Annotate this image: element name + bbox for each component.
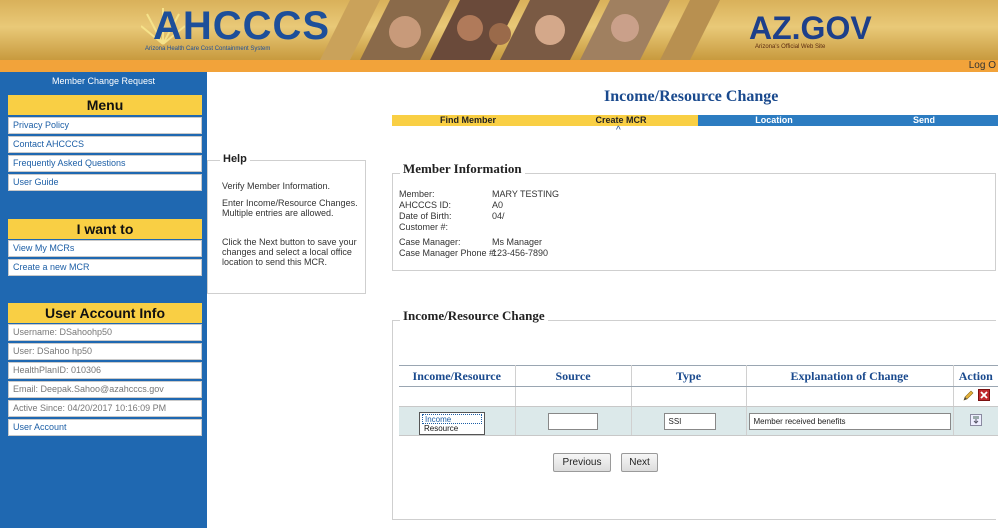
income-resource-title: Income/Resource Change [400, 308, 548, 324]
member-info-title: Member Information [400, 161, 525, 177]
iwant-item-create-mcr[interactable]: Create a new MCR [8, 259, 202, 276]
user-account-link[interactable]: User Account [8, 419, 202, 436]
ahcccs-logo[interactable]: AHCCCS Arizona Health Care Cost Containm… [141, 4, 329, 56]
azgov-logo-text: AZ.GOV [749, 10, 872, 46]
step-find-member: Find Member [392, 115, 544, 126]
table-cell [515, 386, 632, 407]
customer-number-label: Customer #: [399, 222, 449, 232]
iwant-item-view-mcrs[interactable]: View My MCRs [8, 240, 202, 257]
table-row [399, 386, 998, 407]
option-income[interactable]: Income [422, 414, 482, 424]
income-resource-table: Income/Resource Source Type Explanation … [399, 365, 998, 436]
next-button[interactable]: Next [621, 453, 658, 472]
azgov-logo-subtitle: Arizona's Official Web Site [755, 44, 826, 50]
progress-steps: Find Member Create MCR Location Send [392, 115, 998, 126]
case-manager-phone-value: 123-456-7890 [492, 248, 549, 258]
step-send: Send [850, 115, 998, 126]
banner-photo-strip [320, 0, 720, 60]
previous-button[interactable]: Previous [553, 453, 611, 472]
site-banner: AHCCCS Arizona Health Care Cost Containm… [0, 0, 998, 60]
logout-link[interactable]: Log O [969, 60, 996, 72]
menu-item-contact[interactable]: Contact AHCCCS [8, 136, 202, 153]
menu-item-faq[interactable]: Frequently Asked Questions [8, 155, 202, 172]
sidebar: Member Change Request Menu Privacy Polic… [0, 72, 207, 528]
step-create-mcr: Create MCR [544, 115, 698, 126]
member-value: MARY TESTING [492, 189, 560, 199]
ahcccs-logo-subtitle: Arizona Health Care Cost Containment Sys… [145, 46, 271, 52]
table-cell [515, 406, 632, 436]
account-active-since: Active Since: 04/20/2017 10:16:09 PM [8, 400, 202, 417]
table-cell: Member received benefits [746, 406, 954, 436]
action-cell [953, 386, 998, 407]
help-text: Click the Next button to save your chang… [222, 237, 357, 267]
sidebar-title: Member Change Request [51, 76, 156, 86]
account-healthplan-id: HealthPlanID: 010306 [8, 362, 202, 379]
explanation-input[interactable]: Member received benefits [748, 412, 951, 430]
azgov-logo[interactable]: AZ.GOV Arizona's Official Web Site [745, 6, 872, 56]
case-manager-value: Ms Manager [492, 237, 543, 247]
ahcccs-id-value: A0 [492, 200, 504, 210]
table-cell [746, 386, 954, 407]
iwant-header: I want to [8, 219, 202, 239]
column-header-action: Action [953, 365, 998, 387]
top-bar: Log O [0, 60, 998, 72]
member-label: Member: [399, 189, 435, 199]
ahcccs-id-label: AHCCCS ID: [399, 200, 452, 210]
ahcccs-logo-text: AHCCCS [153, 4, 331, 48]
account-user: User: DSahoo hp50 [8, 343, 202, 360]
current-step-caret-icon: ^ [616, 125, 621, 136]
account-username: Username: DSahoohp50 [8, 324, 202, 341]
source-input[interactable] [548, 412, 598, 430]
table-cell: SSI [631, 406, 747, 436]
step-location: Location [698, 115, 850, 126]
help-title: Help [220, 153, 250, 165]
column-header-type: Type [631, 365, 747, 387]
account-email: Email: Deepak.Sahoo@azahcccs.gov [8, 381, 202, 398]
menu-item-privacy-policy[interactable]: Privacy Policy [8, 117, 202, 134]
option-resource[interactable]: Resource [422, 424, 482, 434]
column-header-source: Source [515, 365, 632, 387]
action-cell [953, 406, 998, 436]
page-title: Income/Resource Change [604, 88, 779, 105]
delete-icon[interactable] [977, 389, 990, 404]
column-header-explanation: Explanation of Change [746, 365, 954, 387]
case-manager-phone-label: Case Manager Phone #: [399, 248, 497, 258]
column-header-income-resource: Income/Resource [399, 365, 516, 387]
account-header: User Account Info [8, 303, 202, 323]
help-text: Verify Member Information. [222, 181, 331, 191]
menu-item-user-guide[interactable]: User Guide [8, 174, 202, 191]
income-resource-select[interactable]: Income Resource [419, 412, 485, 435]
table-row-edit: SSI Member received benefits [399, 406, 998, 436]
table-cell [631, 386, 747, 407]
type-input[interactable]: SSI [663, 412, 716, 430]
help-text: Enter Income/Resource Changes. Multiple … [222, 198, 358, 218]
dob-label: Date of Birth: [399, 211, 452, 221]
dob-value: 04/ [492, 211, 505, 221]
table-cell [399, 386, 516, 407]
case-manager-label: Case Manager: [399, 237, 461, 247]
save-row-icon[interactable] [969, 413, 982, 429]
edit-pencil-icon[interactable] [962, 389, 975, 405]
menu-header: Menu [8, 95, 202, 115]
